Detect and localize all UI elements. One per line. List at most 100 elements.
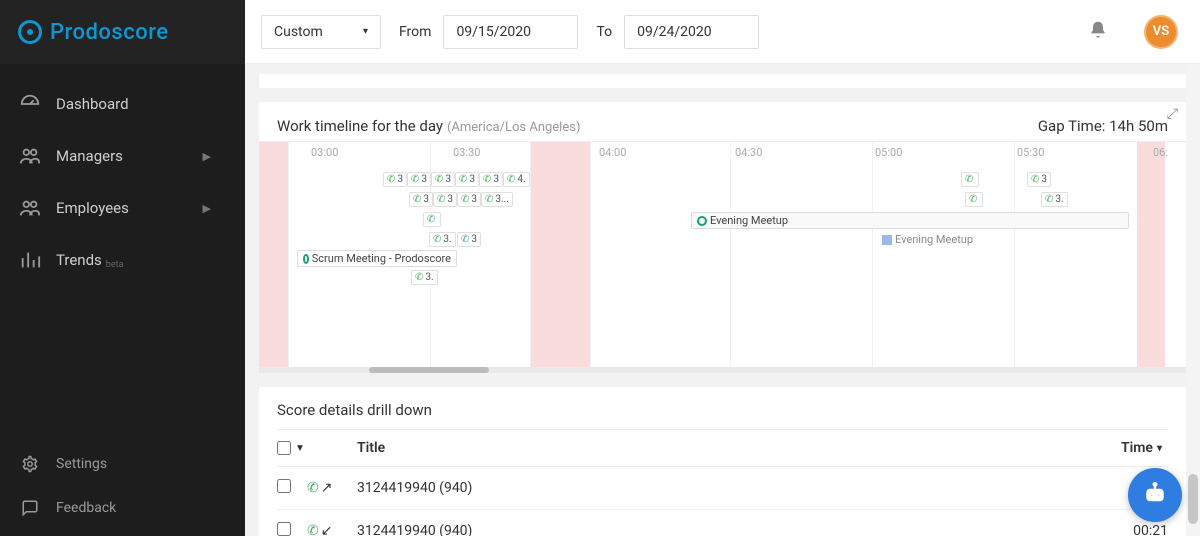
time-tick: 03:30 bbox=[453, 146, 480, 159]
chat-bot-icon bbox=[1140, 480, 1170, 510]
sidebar-item-label: Trends bbox=[56, 251, 102, 269]
calendar-icon bbox=[882, 235, 892, 245]
call-chip[interactable]: ✆3 bbox=[383, 172, 407, 187]
sidebar-footer: Settings Feedback bbox=[0, 442, 245, 536]
call-chip[interactable]: ✆3 bbox=[457, 192, 481, 207]
column-time[interactable]: Time▾ bbox=[1121, 440, 1168, 456]
call-chip[interactable]: ✆3 bbox=[433, 192, 457, 207]
sidebar-item-managers[interactable]: Managers ▶ bbox=[0, 130, 245, 182]
select-all-checkbox[interactable] bbox=[277, 441, 291, 455]
sidebar-item-label: Settings bbox=[56, 456, 107, 472]
timeline-title: Work timeline for the day bbox=[277, 117, 443, 135]
drilldown-title: Score details drill down bbox=[277, 401, 1168, 419]
chat-launcher[interactable] bbox=[1128, 468, 1182, 522]
row-time: 00:21 bbox=[1133, 523, 1168, 536]
row-title: 3124419940 (940) bbox=[357, 523, 1133, 536]
column-title[interactable]: Title bbox=[307, 440, 1121, 456]
event-label: Scrum Meeting - Prodoscore bbox=[312, 252, 451, 265]
brand-logo-icon bbox=[18, 20, 42, 44]
timeline-grid[interactable]: 03:00 03:30 04:00 04:30 05:00 05:30 06: … bbox=[259, 141, 1186, 373]
gear-icon bbox=[18, 452, 42, 476]
time-tick: 03:00 bbox=[311, 146, 338, 159]
call-chip[interactable]: ✆3. bbox=[411, 270, 438, 285]
call-chip[interactable]: ✆3 bbox=[409, 192, 433, 207]
from-date-input[interactable] bbox=[443, 15, 578, 49]
people-icon bbox=[18, 144, 42, 168]
brand-row[interactable]: Prodoscore bbox=[0, 0, 245, 64]
row-checkbox[interactable] bbox=[277, 479, 291, 493]
call-chip[interactable]: ✆3 bbox=[407, 172, 431, 187]
timeline-event-scrum[interactable]: Scrum Meeting - Prodoscore bbox=[297, 250, 457, 267]
timeline-timezone: (America/Los Angeles) bbox=[447, 120, 581, 135]
from-section: From bbox=[399, 15, 578, 49]
call-chip[interactable]: ✆3 bbox=[479, 172, 503, 187]
scrollbar-thumb[interactable] bbox=[1188, 474, 1198, 524]
sidebar-item-employees[interactable]: Employees ▶ bbox=[0, 182, 245, 234]
timeline-event-evening-meetup-cal[interactable]: Evening Meetup bbox=[877, 232, 1027, 247]
arrow-in-icon: ↙ bbox=[321, 523, 333, 536]
timeline-card: ⤢ Work timeline for the day (America/Los… bbox=[259, 102, 1186, 373]
sidebar: Prodoscore Dashboard Managers ▶ Employee… bbox=[0, 0, 245, 536]
avatar[interactable]: VS bbox=[1144, 15, 1178, 49]
chart-icon bbox=[18, 248, 42, 272]
timeline-scroll-thumb[interactable] bbox=[369, 367, 489, 373]
sidebar-item-settings[interactable]: Settings bbox=[0, 442, 245, 486]
sidebar-item-trends[interactable]: Trends beta bbox=[0, 234, 245, 286]
call-chip[interactable]: ✆4. bbox=[503, 172, 530, 187]
sidebar-item-label: Feedback bbox=[56, 500, 116, 516]
date-range-select[interactable]: Custom ▾ bbox=[261, 15, 381, 49]
row-checkbox[interactable] bbox=[277, 522, 291, 536]
bell-icon[interactable] bbox=[1088, 20, 1108, 44]
beta-badge: beta bbox=[106, 260, 124, 270]
time-tick: 04:30 bbox=[735, 146, 762, 159]
sidebar-item-dashboard[interactable]: Dashboard bbox=[0, 78, 245, 130]
call-chip[interactable]: ✆3 bbox=[457, 232, 481, 247]
meeting-icon bbox=[697, 216, 707, 226]
nav: Dashboard Managers ▶ Employees ▶ Trends … bbox=[0, 64, 245, 442]
call-chip[interactable]: ✆3. bbox=[429, 232, 456, 247]
chevron-right-icon: ▶ bbox=[203, 150, 211, 163]
to-date-input[interactable] bbox=[624, 15, 759, 49]
table-row[interactable]: ✆ ↙ 3124419940 (940) 00:21 bbox=[277, 510, 1168, 536]
expand-icon[interactable]: ⤢ bbox=[1167, 106, 1178, 122]
phone-icon: ✆ bbox=[307, 480, 319, 496]
avatar-initials: VS bbox=[1153, 24, 1169, 39]
sidebar-item-label: Managers bbox=[56, 147, 123, 165]
sidebar-item-label: Dashboard bbox=[56, 95, 129, 113]
call-chip[interactable]: ✆3 bbox=[1027, 172, 1051, 187]
chevron-right-icon: ▶ bbox=[203, 202, 211, 215]
gauge-icon bbox=[18, 92, 42, 116]
time-tick: 06: bbox=[1153, 146, 1168, 159]
call-chip[interactable]: ✆ bbox=[961, 172, 979, 187]
time-tick: 04:00 bbox=[599, 146, 626, 159]
call-chip[interactable]: ✆3... bbox=[481, 192, 513, 207]
arrow-out-icon: ↗ bbox=[321, 480, 333, 496]
main-content: ⤢ Work timeline for the day (America/Los… bbox=[245, 64, 1200, 536]
table-row[interactable]: ✆ ↗ 3124419940 (940) 00 bbox=[277, 467, 1168, 510]
feedback-icon bbox=[18, 496, 42, 520]
timeline-event-evening-meetup[interactable]: Evening Meetup bbox=[691, 212, 1129, 229]
prev-card-tail bbox=[259, 74, 1186, 88]
to-section: To bbox=[596, 15, 759, 49]
date-range-value: Custom bbox=[274, 24, 323, 40]
meeting-icon bbox=[303, 254, 309, 264]
drilldown-header-row: ▼ Title Time▾ bbox=[277, 429, 1168, 467]
row-title: 3124419940 (940) bbox=[357, 480, 1152, 496]
from-label: From bbox=[399, 24, 431, 40]
chevron-down-icon: ▾ bbox=[363, 26, 368, 37]
vertical-scrollbar[interactable] bbox=[1186, 64, 1200, 536]
call-chip[interactable]: ✆3. bbox=[1041, 192, 1068, 207]
phone-icon: ✆ bbox=[307, 523, 319, 536]
chevron-down-icon[interactable]: ▼ bbox=[295, 443, 305, 454]
call-chip[interactable]: ✆ bbox=[423, 212, 441, 227]
drilldown-card: Score details drill down ▼ Title Time▾ ✆… bbox=[259, 387, 1186, 536]
to-label: To bbox=[596, 24, 612, 40]
call-chip[interactable]: ✆ bbox=[965, 192, 983, 207]
call-chip[interactable]: ✆3 bbox=[455, 172, 479, 187]
call-chip[interactable]: ✆3 bbox=[431, 172, 455, 187]
event-label: Evening Meetup bbox=[895, 233, 973, 246]
brand-name: Prodoscore bbox=[50, 20, 169, 45]
sidebar-item-label: Employees bbox=[56, 199, 129, 217]
sidebar-item-feedback[interactable]: Feedback bbox=[0, 486, 245, 530]
time-tick: 05:30 bbox=[1017, 146, 1044, 159]
